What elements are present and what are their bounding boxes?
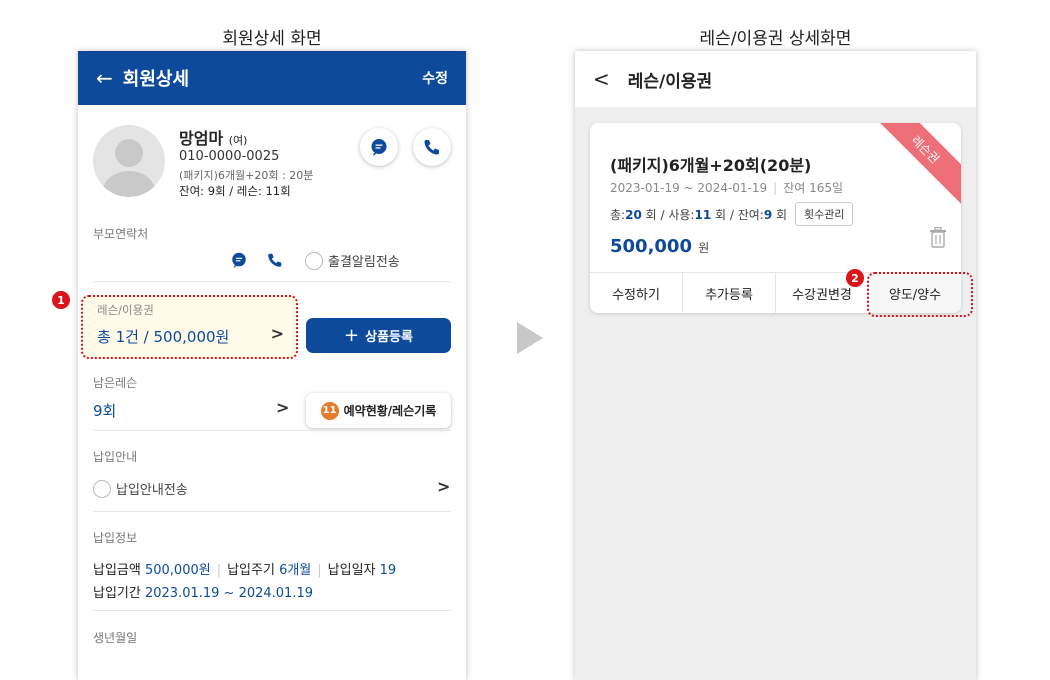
member-profile: 망엄마 (여) 010-0000-0025 (패키지)6개월+20회 : 20분… bbox=[93, 125, 451, 205]
member-name: 망엄마 (여) bbox=[179, 129, 248, 148]
attendance-notify-label: 출결알림전송 bbox=[328, 255, 400, 270]
pass-type-ribbon: 레슨권 bbox=[870, 123, 961, 205]
chat-bubble-icon[interactable] bbox=[230, 251, 248, 269]
payment-period: 2023.01.19 ~ 2024.01.19 bbox=[144, 586, 314, 601]
lesson-pass-row[interactable]: 레슨/이용권 총 1건 / 500,000원 > bbox=[81, 295, 298, 359]
app-header: < 레슨/이용권 bbox=[575, 51, 976, 107]
page-title: 레슨/이용권 bbox=[627, 71, 713, 92]
app-header: ← 회원상세 수정 bbox=[78, 51, 466, 105]
plus-icon: + bbox=[344, 325, 360, 346]
payment-amount: 500,000원 bbox=[144, 563, 211, 578]
parent-contact-label: 부모연락처 bbox=[93, 227, 149, 241]
trash-icon[interactable] bbox=[929, 227, 947, 249]
back-chevron-icon[interactable]: < bbox=[593, 67, 610, 91]
pass-counts: 총:20 회 / 사용:11 회 / 잔여:9 회 bbox=[610, 208, 788, 222]
divider bbox=[93, 511, 451, 512]
birthday-label: 생년월일 bbox=[93, 631, 138, 645]
payment-guide-send-radio[interactable] bbox=[93, 480, 111, 498]
member-remaining: 잔여: 9회 / 레슨: 11회 bbox=[179, 184, 291, 198]
add-product-label: 상품등록 bbox=[365, 330, 413, 345]
page-title: 회원상세 bbox=[122, 69, 190, 90]
avatar bbox=[93, 125, 165, 197]
add-registration-button[interactable]: 추가등록 bbox=[683, 273, 776, 313]
flow-arrow-icon bbox=[517, 322, 543, 354]
chat-bubble-icon bbox=[371, 139, 387, 156]
transfer-highlight bbox=[867, 272, 973, 317]
payment-guide-label: 납입안내 bbox=[93, 450, 138, 464]
divider bbox=[93, 281, 451, 282]
member-phone: 010-0000-0025 bbox=[179, 149, 280, 164]
phone-icon[interactable] bbox=[266, 251, 284, 269]
payment-guide-send-label: 납입안내전송 bbox=[116, 483, 188, 498]
back-arrow-icon[interactable]: ← bbox=[96, 66, 113, 90]
caption-pass-detail: 레슨/이용권 상세화면 bbox=[699, 29, 852, 49]
chevron-right-icon: > bbox=[270, 324, 284, 343]
lesson-pass-value: 총 1건 / 500,000원 bbox=[97, 328, 230, 346]
remaining-lessons-value[interactable]: 9회 bbox=[93, 400, 116, 421]
member-gender: (여) bbox=[228, 134, 248, 147]
chevron-right-icon[interactable]: > bbox=[276, 398, 289, 417]
chevron-right-icon[interactable]: > bbox=[437, 477, 450, 496]
reservation-count-badge: 11 bbox=[320, 401, 339, 420]
pass-detail-screen: < 레슨/이용권 레슨권 (패키지)6개월+20회(20분) 2023-01-1… bbox=[575, 51, 976, 680]
reservation-history-label: 예약현황/레슨기록 bbox=[343, 404, 437, 418]
divider bbox=[93, 430, 451, 431]
phone-icon bbox=[424, 140, 439, 155]
step-badge-2: 2 bbox=[846, 269, 864, 287]
add-product-button[interactable]: + 상품등록 bbox=[306, 318, 451, 353]
edit-button[interactable]: 수정 bbox=[422, 68, 448, 88]
member-package: (패키지)6개월+20회 : 20분 bbox=[179, 169, 314, 182]
payment-info-row-1: 납입금액 500,000원 | 납입주기 6개월 | 납입일자 19 bbox=[93, 563, 397, 578]
message-button[interactable] bbox=[360, 128, 398, 166]
lesson-pass-label: 레슨/이용권 bbox=[97, 303, 154, 317]
edit-pass-button[interactable]: 수정하기 bbox=[590, 273, 683, 313]
count-manage-button[interactable]: 횟수관리 bbox=[795, 202, 854, 226]
step-badge-1: 1 bbox=[52, 291, 70, 309]
pass-dates: 2023-01-19 ~ 2024-01-19 | 잔여 165일 bbox=[610, 181, 844, 195]
payment-day: 19 bbox=[379, 563, 397, 578]
member-detail-screen: ← 회원상세 수정 망엄마 (여) 010-0000-0025 (패키지)6개월… bbox=[78, 51, 466, 680]
attendance-notify-radio[interactable] bbox=[305, 252, 323, 270]
call-button[interactable] bbox=[413, 128, 451, 166]
remaining-lessons-label: 남은레슨 bbox=[93, 376, 138, 390]
payment-cycle: 6개월 bbox=[279, 563, 312, 578]
reservation-history-button[interactable]: 11 예약현황/레슨기록 bbox=[306, 393, 451, 428]
caption-member-detail: 회원상세 화면 bbox=[222, 29, 322, 49]
parent-contact-row: 출결알림전송 bbox=[93, 248, 451, 272]
pass-title: (패키지)6개월+20회(20분) bbox=[610, 156, 812, 175]
divider bbox=[93, 610, 451, 611]
payment-info-row-2: 납입기간 2023.01.19 ~ 2024.01.19 bbox=[93, 586, 314, 601]
payment-info-label: 납입정보 bbox=[93, 531, 138, 545]
pass-remaining-days: 잔여 165일 bbox=[783, 181, 844, 195]
pass-price: 500,000 원 bbox=[610, 236, 710, 257]
